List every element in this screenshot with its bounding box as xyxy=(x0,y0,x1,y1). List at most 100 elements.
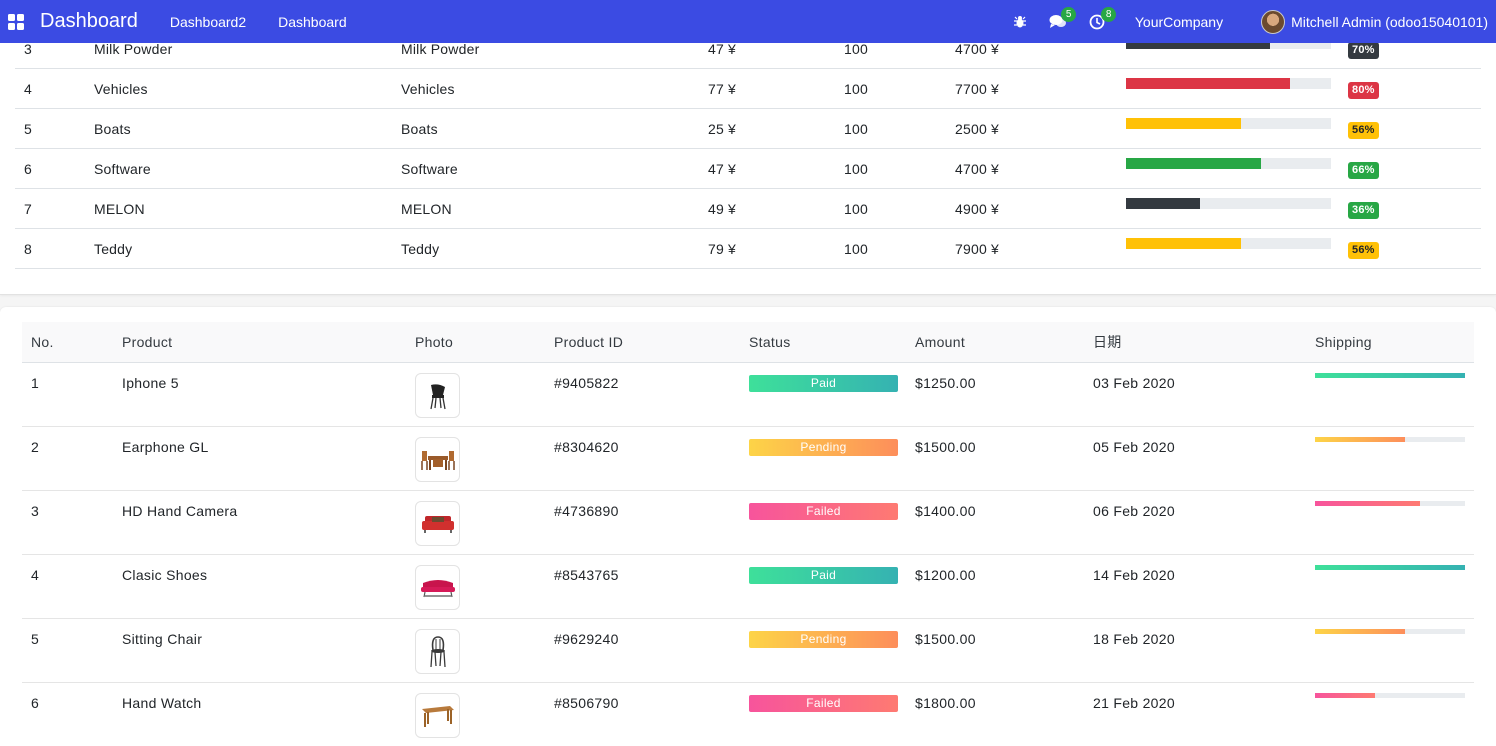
row-number: 6 xyxy=(31,695,40,711)
shipping-progress-fill xyxy=(1315,693,1375,698)
debug-bug-icon[interactable] xyxy=(1013,0,1027,43)
row-number: 4 xyxy=(31,567,40,583)
progress-bar-fill xyxy=(1126,78,1290,89)
product-name: Sitting Chair xyxy=(122,631,203,647)
row-price: 47 ¥ xyxy=(708,160,737,177)
row-number: 6 xyxy=(24,160,32,177)
shipping-progress-bar xyxy=(1315,629,1465,634)
row-number: 4 xyxy=(24,80,32,97)
row-quantity: 100 xyxy=(844,240,868,257)
status-badge: Pending xyxy=(749,439,898,456)
row-category: Vehicles xyxy=(401,80,455,97)
wooden-table-icon[interactable] xyxy=(415,693,460,738)
row-price: 49 ¥ xyxy=(708,200,737,217)
product-id: #9629240 xyxy=(554,631,619,647)
header-no: No. xyxy=(31,334,54,350)
table-row[interactable]: 7 MELON MELON 49 ¥ 100 4900 ¥ 36% xyxy=(15,189,1481,229)
progress-bar xyxy=(1126,158,1331,169)
black-chair-icon[interactable] xyxy=(415,373,460,418)
row-total: 7700 ¥ xyxy=(955,80,1000,97)
header-photo: Photo xyxy=(415,334,454,350)
messages-icon[interactable]: 5 xyxy=(1049,0,1077,43)
product-id: #8543765 xyxy=(554,567,619,583)
shipping-progress-bar xyxy=(1315,373,1465,378)
orders-table-header: No. Product Photo Product ID Status Amou… xyxy=(22,322,1474,363)
product-name: Hand Watch xyxy=(122,695,202,711)
apps-menu-icon[interactable] xyxy=(8,13,24,30)
top-navbar: Dashboard Dashboard2 Dashboard 5 8 YourC… xyxy=(0,0,1496,43)
progress-bar-fill xyxy=(1126,158,1262,169)
progress-bar xyxy=(1126,198,1331,209)
row-price: 77 ¥ xyxy=(708,80,737,97)
row-number: 1 xyxy=(31,375,40,391)
table-row[interactable]: 8 Teddy Teddy 79 ¥ 100 7900 ¥ 56% xyxy=(15,229,1481,269)
shipping-progress-bar xyxy=(1315,693,1465,698)
order-date: 06 Feb 2020 xyxy=(1093,503,1175,519)
row-total: 2500 ¥ xyxy=(955,120,1000,137)
menu-item-dashboard2[interactable]: Dashboard2 xyxy=(170,14,246,30)
status-badge: Failed xyxy=(749,695,898,712)
shipping-progress-bar xyxy=(1315,501,1465,506)
row-name: Vehicles xyxy=(94,80,148,97)
table-row[interactable]: 5 Boats Boats 25 ¥ 100 2500 ¥ 56% xyxy=(15,109,1481,149)
progress-bar xyxy=(1126,78,1331,89)
product-id: #9405822 xyxy=(554,375,619,391)
shipping-progress-fill xyxy=(1315,373,1465,378)
row-number: 8 xyxy=(24,240,32,257)
header-product-id: Product ID xyxy=(554,334,624,350)
app-title[interactable]: Dashboard xyxy=(40,10,138,33)
navbar-systray: 5 8 YourCompany Mitchell Admin (odoo1504… xyxy=(1013,0,1496,43)
menu-item-dashboard[interactable]: Dashboard xyxy=(278,14,347,30)
amount: $1500.00 xyxy=(915,631,976,647)
table-row[interactable]: 2 Earphone GL #8304620 $1500.00 05 Feb 2020 P… xyxy=(22,427,1474,491)
red-sofa-icon[interactable] xyxy=(415,501,460,546)
header-date: 日期 xyxy=(1093,334,1122,350)
messages-count-badge: 5 xyxy=(1060,7,1077,22)
amount: $1250.00 xyxy=(915,375,976,391)
table-row[interactable]: 6 Hand Watch #8506790 $1800.00 21 Feb 2020 Fa… xyxy=(22,683,1474,746)
activities-count-badge: 8 xyxy=(1100,7,1117,22)
table-row[interactable]: 3 HD Hand Camera #4736890 $1400.00 06 Feb 20… xyxy=(22,491,1474,555)
bentwood-chair-icon[interactable] xyxy=(415,629,460,674)
order-date: 03 Feb 2020 xyxy=(1093,375,1175,391)
percent-badge: 36% xyxy=(1348,202,1379,219)
dining-set-icon[interactable] xyxy=(415,437,460,482)
row-total: 7900 ¥ xyxy=(955,240,1000,257)
order-date: 14 Feb 2020 xyxy=(1093,567,1175,583)
row-number: 7 xyxy=(24,200,32,217)
row-category: Software xyxy=(401,160,458,177)
header-product: Product xyxy=(122,334,173,350)
pink-sofa-icon[interactable] xyxy=(415,565,460,610)
progress-bar xyxy=(1126,118,1331,129)
row-category: Boats xyxy=(401,120,438,137)
row-name: Software xyxy=(94,160,151,177)
table-row[interactable]: 1 Iphone 5 #9405822 $1250.00 03 Feb 2020 Paid xyxy=(22,363,1474,427)
product-name: Clasic Shoes xyxy=(122,567,208,583)
progress-bar-fill xyxy=(1126,118,1241,129)
row-quantity: 100 xyxy=(844,80,868,97)
company-switcher[interactable]: YourCompany xyxy=(1135,14,1223,30)
product-id: #8304620 xyxy=(554,439,619,455)
table-row[interactable]: 4 Vehicles Vehicles 77 ¥ 100 7700 ¥ 80% xyxy=(15,69,1481,109)
header-shipping: Shipping xyxy=(1315,334,1372,350)
row-total: 4700 ¥ xyxy=(955,160,1000,177)
row-price: 25 ¥ xyxy=(708,120,737,137)
user-menu[interactable]: Mitchell Admin (odoo15040101) xyxy=(1291,14,1488,30)
table-row[interactable]: 5 Sitting Chair #9629240 $1500.00 18 Feb 202… xyxy=(22,619,1474,683)
percent-badge: 56% xyxy=(1348,122,1379,139)
row-quantity: 100 xyxy=(844,160,868,177)
order-date: 05 Feb 2020 xyxy=(1093,439,1175,455)
table-row[interactable]: 4 Clasic Shoes #8543765 $1200.00 14 Feb 2020… xyxy=(22,555,1474,619)
progress-bar-fill xyxy=(1126,238,1241,249)
amount: $1500.00 xyxy=(915,439,976,455)
row-number: 2 xyxy=(31,439,40,455)
product-id: #8506790 xyxy=(554,695,619,711)
shipping-progress-fill xyxy=(1315,501,1420,506)
activities-clock-icon[interactable]: 8 xyxy=(1089,0,1117,43)
product-name: Iphone 5 xyxy=(122,375,179,391)
order-date: 21 Feb 2020 xyxy=(1093,695,1175,711)
user-avatar[interactable] xyxy=(1261,9,1286,34)
amount: $1200.00 xyxy=(915,567,976,583)
table-row[interactable]: 6 Software Software 47 ¥ 100 4700 ¥ 66% xyxy=(15,149,1481,189)
row-number: 3 xyxy=(31,503,40,519)
